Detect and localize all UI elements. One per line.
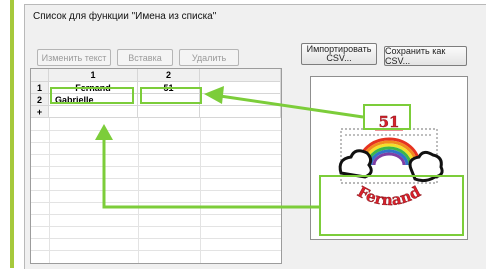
arrow-to-name <box>102 135 319 209</box>
arrow-to-number <box>204 86 364 119</box>
arrow-up-head <box>95 124 113 140</box>
annotation-arrows <box>95 86 364 209</box>
